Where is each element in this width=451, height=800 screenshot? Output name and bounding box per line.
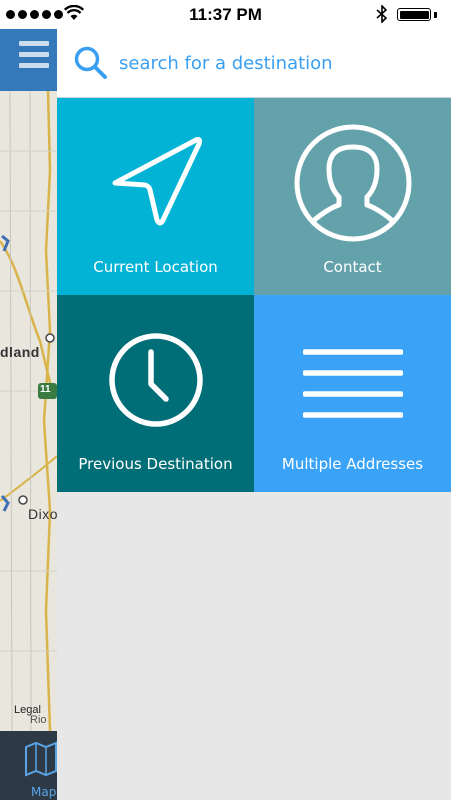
battery-icon — [397, 8, 431, 21]
map-tab-bar: Map — [0, 731, 57, 800]
map-area[interactable]: dland Dixo 11 Legal Rio — [0, 91, 57, 731]
map-view: dland Dixo 11 Legal Rio Map — [0, 29, 57, 800]
person-icon — [254, 124, 451, 242]
map-top-bar — [0, 29, 57, 91]
contact-button[interactable]: Contact — [254, 98, 451, 295]
bluetooth-icon — [376, 5, 388, 23]
previous-destination-button[interactable]: Previous Destination — [57, 295, 254, 492]
search-icon[interactable] — [74, 46, 108, 80]
battery-level — [399, 10, 429, 19]
map-roads — [0, 91, 57, 731]
search-input[interactable] — [119, 45, 429, 81]
destination-drawer: Current Location Contact Previous Destin… — [57, 29, 451, 800]
multiple-addresses-button[interactable]: Multiple Addresses — [254, 295, 451, 492]
status-bar: 11:37 PM — [0, 0, 451, 29]
clock-icon — [57, 325, 254, 435]
map-tab-label[interactable]: Map — [31, 785, 56, 799]
tile-label: Multiple Addresses — [281, 455, 424, 473]
location-arrow-icon — [57, 128, 254, 238]
map-icon[interactable] — [24, 741, 57, 777]
map-city-label: Dixo — [28, 506, 57, 522]
map-city-label: Rio — [30, 714, 47, 726]
battery-tip — [434, 12, 437, 18]
list-icon — [254, 325, 451, 435]
menu-icon[interactable] — [19, 41, 49, 74]
map-city-label: dland — [0, 344, 40, 360]
search-bar — [57, 29, 451, 98]
tile-label: Previous Destination — [78, 455, 233, 473]
highway-shield: 11 — [40, 384, 51, 395]
tile-label: Contact — [323, 258, 382, 276]
tile-label: Current Location — [93, 258, 218, 276]
current-location-button[interactable]: Current Location — [57, 98, 254, 295]
